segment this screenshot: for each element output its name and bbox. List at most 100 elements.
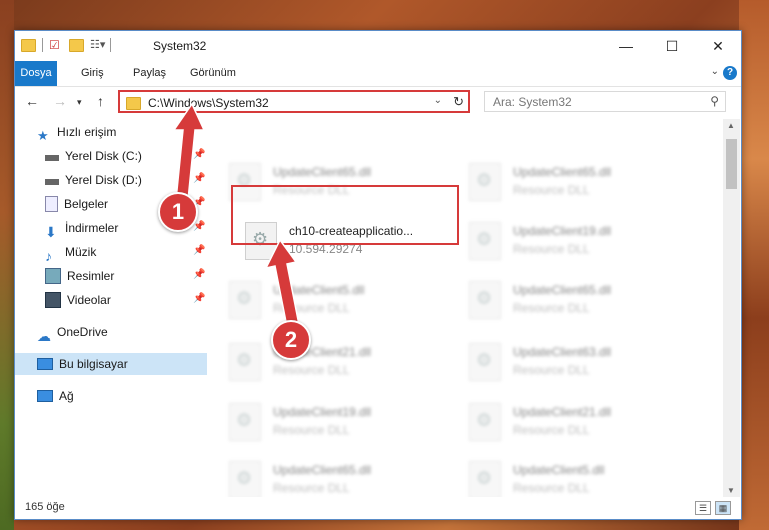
nav-item-pictures[interactable]: Resimler	[45, 265, 114, 287]
scroll-up-icon[interactable]: ▲	[727, 121, 735, 130]
details-view-icon[interactable]: ☰	[695, 501, 711, 515]
tab-file[interactable]: Dosya	[15, 61, 57, 86]
file-explorer-window: ☑ ☷▾ System32 — ☐ ✕ Dosya Giriş Paylaş G…	[14, 30, 742, 520]
nav-item-documents[interactable]: Belgeler	[45, 193, 108, 215]
expand-ribbon-icon[interactable]: ⌄	[711, 66, 719, 77]
forward-icon[interactable]: →	[53, 93, 67, 109]
nav-label: Hızlı erişim	[57, 125, 117, 139]
computer-icon	[37, 358, 53, 370]
nav-label: Bu bilgisayar	[59, 357, 128, 371]
network-icon	[37, 390, 53, 402]
customize-toolbar-icon[interactable]: ☷▾	[90, 38, 105, 52]
step-2-badge: 2	[271, 320, 311, 360]
dll-file-icon	[229, 343, 261, 381]
pin-icon: 📌	[193, 293, 206, 304]
pin-icon: 📌	[193, 173, 206, 184]
status-bar: 165 öğe ☰ ▦	[15, 497, 741, 519]
tab-home[interactable]: Giriş	[75, 64, 110, 83]
search-input[interactable]: Ara: System32 ⚲	[484, 91, 726, 112]
file-item[interactable]: UpdateClient5.dll Resource DLL	[457, 455, 687, 497]
downloads-icon: ⬇	[45, 224, 57, 240]
pin-icon: 📌	[193, 269, 206, 280]
title-bar: ☑ ☷▾ System32 — ☐ ✕	[15, 31, 741, 61]
nav-label: İndirmeler	[65, 221, 119, 235]
file-item[interactable]: UpdateClient5.dll Resource DLL	[217, 275, 447, 325]
refresh-icon[interactable]: ↻	[453, 94, 464, 110]
address-bar[interactable]: C:\Windows\System32 ⌄ ↻	[118, 90, 470, 113]
nav-label: Yerel Disk (D:)	[65, 173, 142, 187]
nav-item-drive-c[interactable]: Yerel Disk (C:)	[45, 145, 142, 167]
file-item[interactable]: UpdateClient65.dll Resource DLL	[217, 455, 447, 497]
folder-icon	[126, 97, 141, 110]
nav-this-pc[interactable]: Bu bilgisayar	[15, 353, 207, 375]
step-1-badge: 1	[158, 192, 198, 232]
nav-item-drive-d[interactable]: Yerel Disk (D:)	[45, 169, 142, 191]
file-item[interactable]: UpdateClient65.dll Resource DLL	[457, 275, 687, 325]
folder-icon	[21, 38, 36, 52]
back-icon[interactable]: ←	[25, 93, 39, 109]
nav-item-downloads[interactable]: ⬇ İndirmeler	[45, 217, 119, 240]
new-folder-icon[interactable]	[69, 38, 84, 52]
properties-icon[interactable]: ☑	[49, 38, 63, 52]
ribbon-tabs: Dosya Giriş Paylaş Görünüm ⌄ ?	[15, 61, 741, 87]
window-title: System32	[153, 39, 207, 53]
dll-file-icon	[229, 281, 261, 319]
dll-file-icon	[229, 461, 261, 497]
file-item[interactable]: UpdateClient63.dll Resource DLL	[457, 337, 687, 387]
tab-share[interactable]: Paylaş	[127, 64, 172, 83]
file-item[interactable]: UpdateClient65.dll Resource DLL	[457, 157, 687, 207]
file-item[interactable]: UpdateClient21.dll Resource DLL	[457, 397, 687, 447]
toolbar-separator	[110, 38, 111, 52]
star-icon: ★	[37, 128, 49, 143]
up-icon[interactable]: ↑	[97, 93, 104, 109]
documents-icon	[45, 196, 58, 212]
drive-icon	[45, 179, 59, 185]
nav-onedrive[interactable]: ☁ OneDrive	[37, 321, 108, 344]
close-button[interactable]: ✕	[695, 31, 741, 61]
file-item[interactable]: UpdateClient19.dll Resource DLL	[457, 216, 687, 266]
pictures-icon	[45, 268, 61, 284]
nav-label: Resimler	[67, 269, 115, 283]
nav-label: Belgeler	[64, 197, 109, 211]
nav-quick-access[interactable]: ★ Hızlı erişim	[37, 121, 116, 143]
nav-network[interactable]: Ağ	[37, 385, 74, 407]
tiles-view-icon[interactable]: ▦	[715, 501, 731, 515]
nav-item-videos[interactable]: Videolar	[45, 289, 111, 311]
vertical-scrollbar[interactable]: ▲ ▼	[723, 119, 740, 497]
cloud-icon: ☁	[37, 328, 51, 344]
nav-label: Videolar	[67, 293, 111, 307]
dll-file-icon	[469, 281, 501, 319]
scroll-down-icon[interactable]: ▼	[727, 486, 735, 495]
desktop-background-right	[739, 0, 769, 530]
chevron-down-icon[interactable]: ⌄	[434, 95, 442, 106]
desktop-background-left	[0, 0, 14, 530]
dll-file-icon	[469, 222, 501, 260]
pin-icon: 📌	[193, 245, 206, 256]
nav-label: Müzik	[65, 245, 97, 259]
dll-file-icon	[469, 163, 501, 201]
item-count: 165 öğe	[25, 501, 65, 513]
scrollbar-thumb[interactable]	[726, 139, 737, 189]
maximize-button[interactable]: ☐	[649, 31, 695, 61]
file-item[interactable]: UpdateClient19.dll Resource DLL	[217, 397, 447, 447]
file-item[interactable]: UpdateClient21.dll Resource DLL	[217, 337, 447, 387]
nav-label: Ağ	[59, 389, 74, 403]
nav-label: Yerel Disk (C:)	[65, 149, 142, 163]
dll-file-icon	[229, 403, 261, 441]
music-icon: ♪	[45, 248, 52, 264]
pin-icon: 📌	[193, 149, 206, 160]
dll-file-icon	[469, 461, 501, 497]
minimize-button[interactable]: —	[603, 31, 649, 61]
tab-view[interactable]: Görünüm	[184, 64, 242, 83]
drive-icon	[45, 155, 59, 161]
address-path[interactable]: C:\Windows\System32	[148, 96, 269, 110]
recent-locations-icon[interactable]: ▾	[77, 97, 82, 108]
videos-icon	[45, 292, 61, 308]
search-icon[interactable]: ⚲	[710, 94, 719, 108]
nav-item-music[interactable]: ♪ Müzik	[45, 241, 97, 264]
toolbar-separator	[42, 38, 43, 52]
help-icon[interactable]: ?	[723, 66, 737, 80]
quick-access-toolbar: ☑ ☷▾	[21, 38, 111, 52]
search-placeholder: Ara: System32	[493, 95, 572, 109]
highlighted-file-box	[231, 185, 459, 245]
